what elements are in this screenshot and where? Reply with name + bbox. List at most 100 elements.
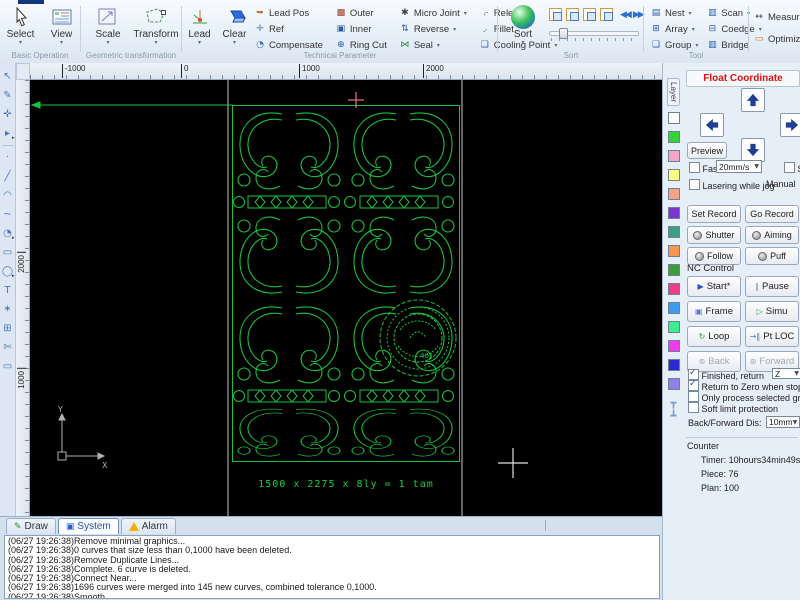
loop-button[interactable]: ↻Loop [687, 326, 741, 347]
seal-button[interactable]: ⋈Seal▾ [399, 38, 467, 52]
layer-color-1[interactable] [668, 131, 680, 143]
only-process-selected-gra-checkbox[interactable] [688, 391, 699, 402]
grid-icon[interactable]: ⊞ [1, 319, 15, 338]
pause-button[interactable]: ‖Pause [745, 276, 799, 297]
start-button[interactable]: ▶Start* [687, 276, 741, 297]
tab-alarm[interactable]: Alarm [121, 518, 176, 534]
compensate-button[interactable]: ◔Compensate [254, 38, 323, 52]
frame-icon[interactable]: ▭ [1, 357, 15, 376]
trim-icon[interactable]: ✄ [1, 338, 15, 357]
set-record-button[interactable]: Set Record [687, 205, 741, 223]
sort-slider[interactable] [549, 27, 639, 41]
back-forward-dis-combobox[interactable]: 10mm▼ [766, 416, 800, 428]
layer-color-3[interactable] [668, 169, 680, 181]
sort-down-icon[interactable] [600, 8, 613, 21]
go-record-button[interactable]: Go Record [745, 205, 799, 223]
soft-limit-protection-checkbox[interactable] [688, 402, 699, 413]
layer-color-9[interactable] [668, 283, 680, 295]
sort-button[interactable]: Sort ▾ [504, 4, 542, 45]
dim-top-icon[interactable]: ┳ [670, 397, 676, 410]
view-button[interactable]: View ▾ [43, 4, 80, 45]
seek-next-icon[interactable]: ▶▶ [633, 10, 643, 20]
micro-joint-button[interactable]: ✱Micro Joint▾ [399, 6, 467, 20]
group-button[interactable]: ❏Group▾ [650, 38, 698, 52]
layer-color-0[interactable] [668, 112, 680, 124]
back-label: Back [708, 356, 729, 367]
zoom-tools-icon[interactable]: ▸▸ [1, 124, 15, 143]
jog-up-button[interactable] [741, 88, 765, 112]
part-design[interactable]: 401 [233, 106, 460, 462]
tab-system[interactable]: ▣System [58, 518, 119, 534]
ellipse-icon[interactable]: ◯▸ [1, 262, 15, 281]
led-indicator-icon [752, 231, 761, 240]
lead-pos-button[interactable]: ➥Lead Pos [254, 6, 323, 20]
counter-plan: Plan: 100 [701, 483, 739, 493]
layer-color-5[interactable] [668, 207, 680, 219]
ref-button[interactable]: ✛Ref [254, 22, 323, 36]
pie-icon[interactable]: ◔▸ [1, 224, 15, 243]
fast-checkbox[interactable] [689, 162, 700, 173]
optimize-button[interactable]: ▭ Optimize [753, 32, 800, 46]
simu-button[interactable]: ▷Simu [745, 301, 799, 322]
reverse-button[interactable]: ⇅Reverse▾ [399, 22, 467, 36]
measure-button[interactable]: ↔ Measure [753, 10, 800, 24]
text-icon[interactable]: T [1, 281, 15, 300]
preview-button[interactable]: Preview [687, 142, 727, 159]
puff-button[interactable]: Puff [745, 247, 799, 265]
layer-color-13[interactable] [668, 359, 680, 371]
lasering-checkbox[interactable] [689, 179, 700, 190]
node-select-icon[interactable]: ↖ [1, 67, 15, 86]
dim-bottom-icon[interactable]: ┻ [670, 410, 676, 423]
select-button[interactable]: Select ▾ [2, 4, 39, 45]
pause-icon: ‖ [755, 283, 759, 291]
layer-color-12[interactable] [668, 340, 680, 352]
return-position-combobox[interactable]: Z▼ [772, 368, 800, 379]
shutter-button[interactable]: Shutter [687, 226, 741, 244]
layer-tab[interactable]: Layer [667, 78, 680, 106]
jog-right-button[interactable] [780, 113, 800, 137]
inner-button[interactable]: ▣Inner [335, 22, 387, 36]
system-log[interactable]: (06/27 19:26:38)Remove minimal graphics.… [4, 535, 660, 599]
ring-cut-button[interactable]: ⊕Ring Cut [335, 38, 387, 52]
jog-left-button[interactable] [700, 113, 724, 137]
lead-button[interactable]: Lead ▾ [184, 4, 215, 45]
node-edit-icon[interactable]: ✎ [1, 86, 15, 105]
rectangle-icon[interactable]: ▭ [1, 243, 15, 262]
sort-up-icon[interactable] [583, 8, 596, 21]
frame-button[interactable]: ▣Frame [687, 301, 741, 322]
speed-combobox[interactable]: 20mm/s▼ [716, 160, 762, 173]
layer-color-2[interactable] [668, 150, 680, 162]
stop-checkbox[interactable] [784, 162, 795, 173]
layer-color-10[interactable] [668, 302, 680, 314]
line-icon[interactable]: ╱ [1, 167, 15, 186]
manual-label[interactable]: Manual [766, 179, 796, 189]
sort-inside-out-icon[interactable] [549, 8, 562, 21]
clear-button[interactable]: Clear ▾ [219, 4, 250, 45]
arc-icon[interactable]: ◠ [1, 186, 15, 205]
array-button[interactable]: ⊞Array▾ [650, 22, 698, 36]
layer-color-7[interactable] [668, 245, 680, 257]
jog-down-button[interactable] [741, 138, 765, 162]
pan-hand-icon[interactable]: ✛ [1, 105, 15, 124]
slider-thumb[interactable] [559, 28, 568, 39]
layer-color-11[interactable] [668, 321, 680, 333]
layer-color-4[interactable] [668, 188, 680, 200]
layer-color-6[interactable] [668, 226, 680, 238]
outer-button[interactable]: ▩Outer [335, 6, 387, 20]
point-icon[interactable]: · [1, 148, 15, 167]
pt-loc-button[interactable]: →‖Pt LOC [745, 326, 799, 347]
sort-outside-in-icon[interactable] [566, 8, 579, 21]
drawing-canvas[interactable]: 401 Y X 1500 x 2275 x 8ly = 1 tam [30, 80, 662, 516]
layer-color-14[interactable] [668, 378, 680, 390]
return-to-zero-when-stop-checkbox[interactable] [688, 380, 699, 391]
layer-color-8[interactable] [668, 264, 680, 276]
scale-button[interactable]: Scale ▾ [89, 4, 127, 45]
seek-prev-icon[interactable]: ◀◀ [620, 10, 630, 20]
transform-button[interactable]: Transform ▾ [137, 4, 175, 45]
nest-button[interactable]: ▤Nest▾ [650, 6, 698, 20]
tab-draw[interactable]: ✎Draw [6, 518, 56, 534]
aiming-button[interactable]: Aiming [745, 226, 799, 244]
float-coordinate-bar[interactable]: Float Coordinate [686, 70, 800, 87]
star-icon[interactable]: ✶ [1, 300, 15, 319]
spline-icon[interactable]: ~ [1, 205, 15, 224]
